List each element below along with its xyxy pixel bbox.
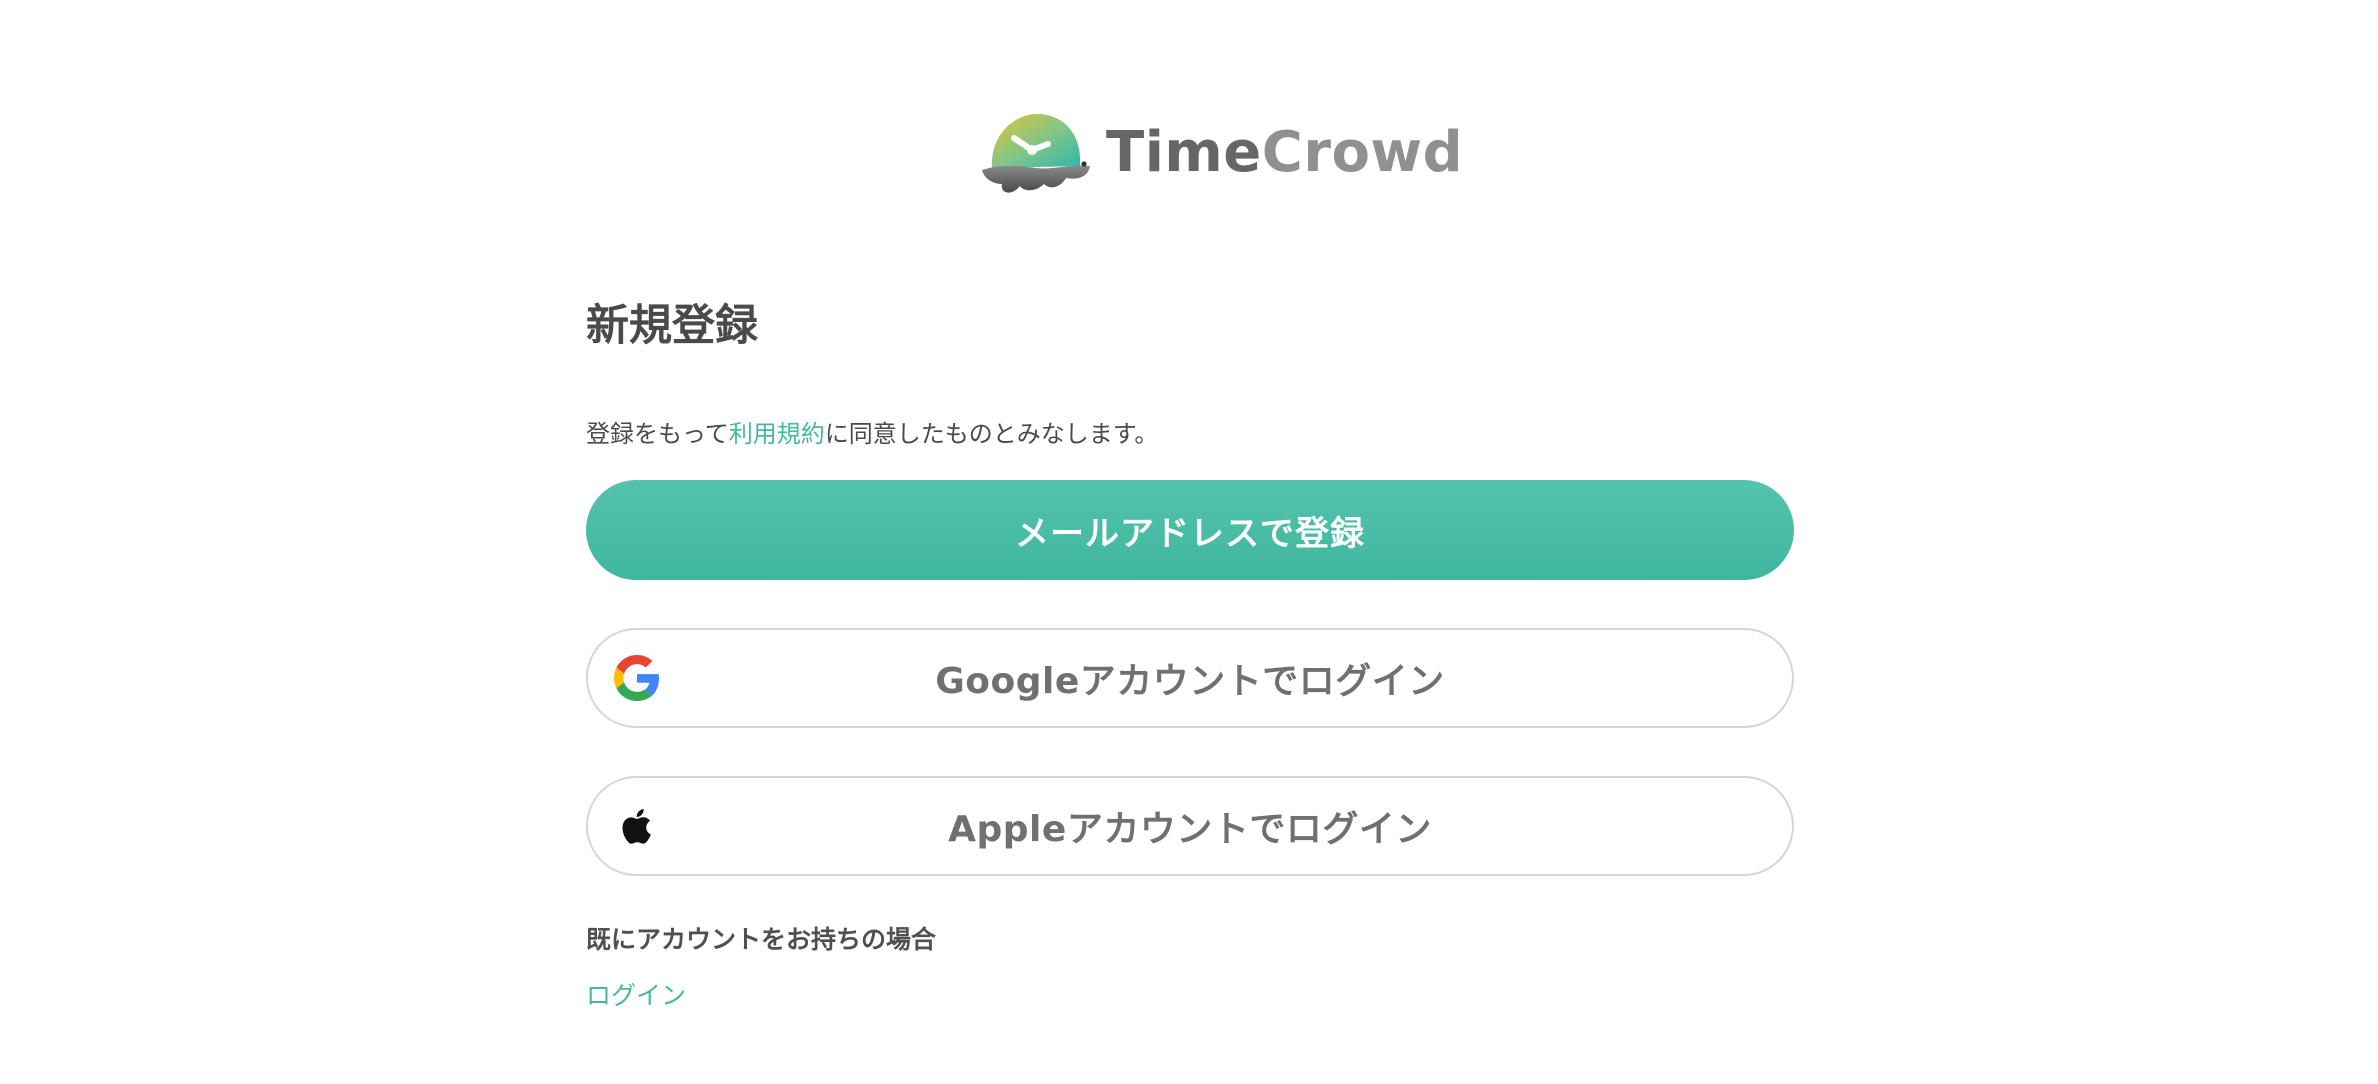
brand-logo[interactable]: TimeCrowd: [980, 108, 1463, 198]
email-signup-button-label: メールアドレスで登録: [1015, 513, 1365, 554]
email-signup-button[interactable]: メールアドレスで登録: [586, 480, 1794, 580]
terms-of-service-link[interactable]: 利用規約: [729, 420, 825, 448]
signup-form: 新規登録 登録をもって利用規約に同意したものとみなします。 メールアドレスで登録…: [586, 290, 1794, 1016]
page-title: 新規登録: [586, 301, 758, 351]
apple-login-button-label: Appleアカウントでログイン: [948, 809, 1432, 850]
timecrowd-clock-logo-icon: [982, 113, 1090, 193]
login-link[interactable]: ログイン: [586, 976, 686, 1016]
apple-login-button[interactable]: Appleアカウントでログイン: [586, 776, 1794, 876]
google-login-button[interactable]: Googleアカウントでログイン: [586, 628, 1794, 728]
apple-logo-icon: [622, 809, 651, 844]
terms-notice: 登録をもって利用規約に同意したものとみなします。: [586, 414, 1794, 454]
brand-wordmark: TimeCrowd: [1106, 125, 1463, 181]
brand-name-crowd: Crowd: [1261, 120, 1464, 185]
google-g-icon: [614, 655, 660, 701]
google-login-button-label: Googleアカウントでログイン: [935, 661, 1445, 702]
terms-suffix: に同意したものとみなします。: [824, 420, 1159, 448]
existing-account-text: 既にアカウントをお持ちの場合: [586, 925, 937, 954]
signup-page: TimeCrowd 新規登録 登録をもって利用規約に同意したものとみなします。 …: [0, 0, 2378, 1084]
terms-prefix: 登録をもって: [586, 420, 729, 448]
brand-name-time: Time: [1106, 120, 1262, 185]
